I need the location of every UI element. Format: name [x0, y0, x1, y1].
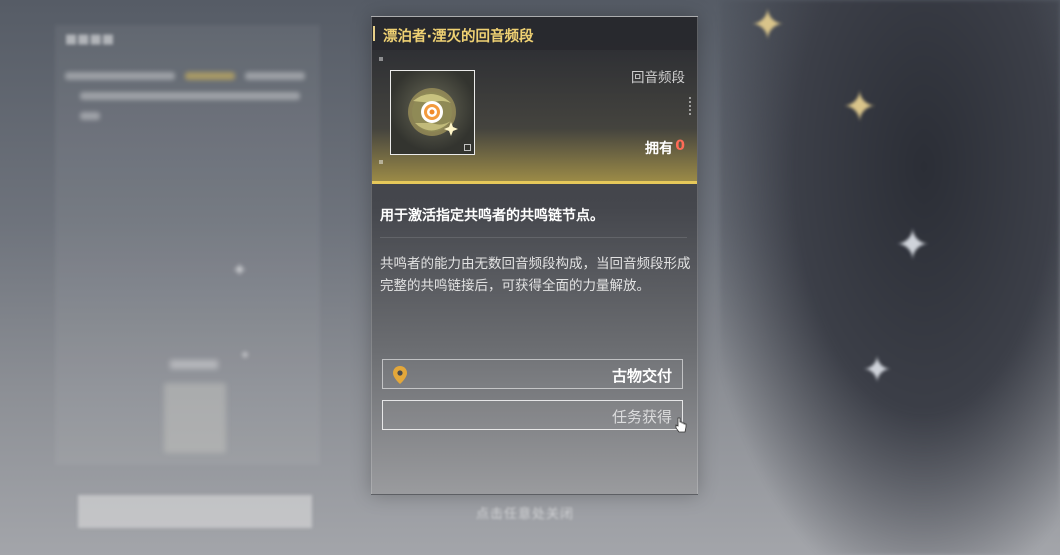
hand-cursor-icon: [675, 417, 687, 437]
sparkle-icon: ✦: [842, 82, 878, 131]
rarity-bar: [372, 181, 697, 184]
background-text-line: [80, 112, 100, 120]
background-text-line: [185, 72, 235, 80]
divider: [380, 237, 687, 238]
source-button-quest[interactable]: 任务获得: [382, 400, 683, 430]
item-lore: 共鸣者的能力由无数回音频段构成，当回音频段形成完整的共鸣链接后，可获得全面的力量…: [380, 256, 691, 294]
close-hint[interactable]: 点击任意处关闭: [476, 503, 574, 522]
background-character: [720, 0, 1060, 555]
item-description: 用于激活指定共鸣者的共鸣链节点。: [380, 208, 604, 224]
source-label: 古物交付: [611, 367, 672, 385]
sparkle-icon: ✦: [750, 0, 786, 49]
sparkle-icon: ✦: [895, 220, 931, 269]
frame-corner: [464, 144, 471, 151]
side-marker: [689, 97, 693, 115]
background-text-line: [80, 92, 300, 100]
star-icon: ✦: [232, 260, 248, 281]
background-panel-title: ■■■■: [65, 32, 115, 47]
item-detail-dialog: 漂泊者·湮灭的回音频段 回音频段 拥有 0 用于激活指定共鸣者的共鸣链节点。 共: [371, 16, 698, 495]
background-button: [78, 495, 312, 528]
source-label: 任务获得: [611, 408, 672, 426]
resonance-chain-icon: [391, 71, 474, 154]
background-thumb-label: [170, 360, 218, 369]
corner-marker: [379, 57, 383, 61]
header-accent: [373, 26, 375, 41]
background-text-line: [65, 72, 175, 80]
map-pin-icon: [393, 366, 407, 388]
background-item-thumbnail: [164, 383, 226, 453]
item-icon-frame: [390, 70, 475, 155]
dialog-header: 漂泊者·湮灭的回音频段: [372, 17, 697, 50]
dialog-title: 漂泊者·湮灭的回音频段: [383, 29, 534, 45]
owned-count: 0: [675, 138, 685, 154]
background-text-line: [245, 72, 305, 80]
item-type-label: 回音频段: [631, 70, 685, 86]
star-icon: ✦: [240, 348, 251, 362]
sparkle-icon: ✦: [862, 350, 893, 391]
owned-label: 拥有: [645, 141, 673, 157]
source-button-antique-delivery[interactable]: 古物交付: [382, 359, 683, 389]
corner-marker: [379, 160, 383, 164]
